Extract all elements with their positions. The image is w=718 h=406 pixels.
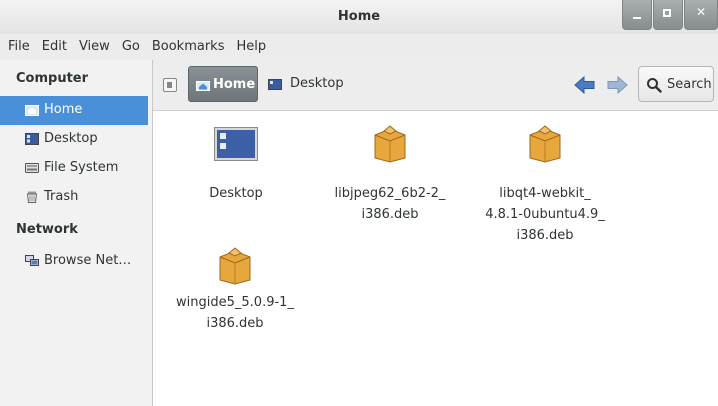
file-name: libjpeg62_6b2-2_ i386.deb xyxy=(334,186,446,222)
file-name: Desktop xyxy=(209,186,263,201)
sidebar-item-label: File System xyxy=(44,160,119,175)
toolbar: Home Desktop Search xyxy=(153,60,718,111)
package-icon xyxy=(219,247,251,285)
sidebar-item-home[interactable]: Home xyxy=(0,96,148,125)
file-name: wingide5_5.0.9-1_ i386.deb xyxy=(176,295,294,331)
close-button[interactable]: ✕ xyxy=(684,0,718,30)
minimize-button[interactable] xyxy=(622,0,652,30)
search-button[interactable]: Search xyxy=(638,66,714,102)
pathbar-toggle-button[interactable] xyxy=(163,78,177,92)
sidebar-heading-network: Network xyxy=(16,222,78,237)
crumb-label: Home xyxy=(213,77,256,92)
close-icon: ✕ xyxy=(695,5,707,19)
desktop-folder-icon xyxy=(214,127,258,161)
window-controls: ✕ xyxy=(621,0,718,31)
menu-bar: File Edit View Go Bookmarks Help xyxy=(0,34,718,60)
minimize-icon xyxy=(633,17,641,19)
file-name: libqt4-webkit_ 4.8.1-0ubuntu4.9_ i386.de… xyxy=(485,186,605,243)
sidebar-item-label: Desktop xyxy=(44,131,98,146)
maximize-button[interactable] xyxy=(653,0,683,30)
file-item-desktop[interactable]: Desktop xyxy=(166,127,306,201)
pathbar-crumb-desktop[interactable]: Desktop xyxy=(266,66,356,102)
back-button[interactable] xyxy=(573,74,597,96)
sidebar-item-label: Browse Net… xyxy=(44,253,132,268)
file-view: Desktop libjpeg62_6b2-2_ i386.deb libqt4… xyxy=(153,111,718,406)
menu-edit[interactable]: Edit xyxy=(36,34,73,60)
sidebar-item-file-system[interactable]: File System xyxy=(0,154,148,183)
search-label: Search xyxy=(667,77,712,92)
file-item-wingide5[interactable]: wingide5_5.0.9-1_ i386.deb xyxy=(165,245,305,335)
arrow-right-icon xyxy=(607,75,628,95)
menu-go[interactable]: Go xyxy=(116,34,146,60)
package-icon xyxy=(374,125,406,163)
desktop-icon xyxy=(268,79,282,90)
home-folder-icon xyxy=(196,81,210,91)
home-folder-icon xyxy=(25,105,39,116)
menu-help[interactable]: Help xyxy=(230,34,272,60)
sidebar-item-browse-network[interactable]: Browse Net… xyxy=(0,247,148,276)
sidebar-item-label: Home xyxy=(44,102,83,117)
crumb-label: Desktop xyxy=(290,76,344,91)
title-bar: Home ✕ xyxy=(0,0,718,34)
path-menu-icon xyxy=(167,82,172,88)
network-icon xyxy=(25,255,39,266)
hard-drive-icon xyxy=(25,163,39,173)
desktop-icon xyxy=(25,133,39,145)
sidebar-heading-computer: Computer xyxy=(16,71,89,86)
menu-file[interactable]: File xyxy=(0,34,36,60)
pathbar-crumb-home[interactable]: Home xyxy=(188,66,258,102)
sidebar: Computer Home Desktop File System Trash xyxy=(0,60,153,406)
forward-button[interactable] xyxy=(605,74,629,96)
sidebar-item-desktop[interactable]: Desktop xyxy=(0,125,148,154)
menu-view[interactable]: View xyxy=(73,34,116,60)
maximize-icon xyxy=(663,9,671,17)
file-item-libqt4-webkit[interactable]: libqt4-webkit_ 4.8.1-0ubuntu4.9_ i386.de… xyxy=(475,123,615,243)
window-title: Home xyxy=(337,9,381,24)
sidebar-item-trash[interactable]: Trash xyxy=(0,183,148,212)
menu-bookmarks[interactable]: Bookmarks xyxy=(146,34,231,60)
sidebar-item-label: Trash xyxy=(44,189,79,204)
package-icon xyxy=(529,125,561,163)
file-item-libjpeg[interactable]: libjpeg62_6b2-2_ i386.deb xyxy=(320,123,460,223)
trash-icon xyxy=(26,191,38,203)
arrow-left-icon xyxy=(574,75,595,95)
search-icon xyxy=(647,78,662,93)
